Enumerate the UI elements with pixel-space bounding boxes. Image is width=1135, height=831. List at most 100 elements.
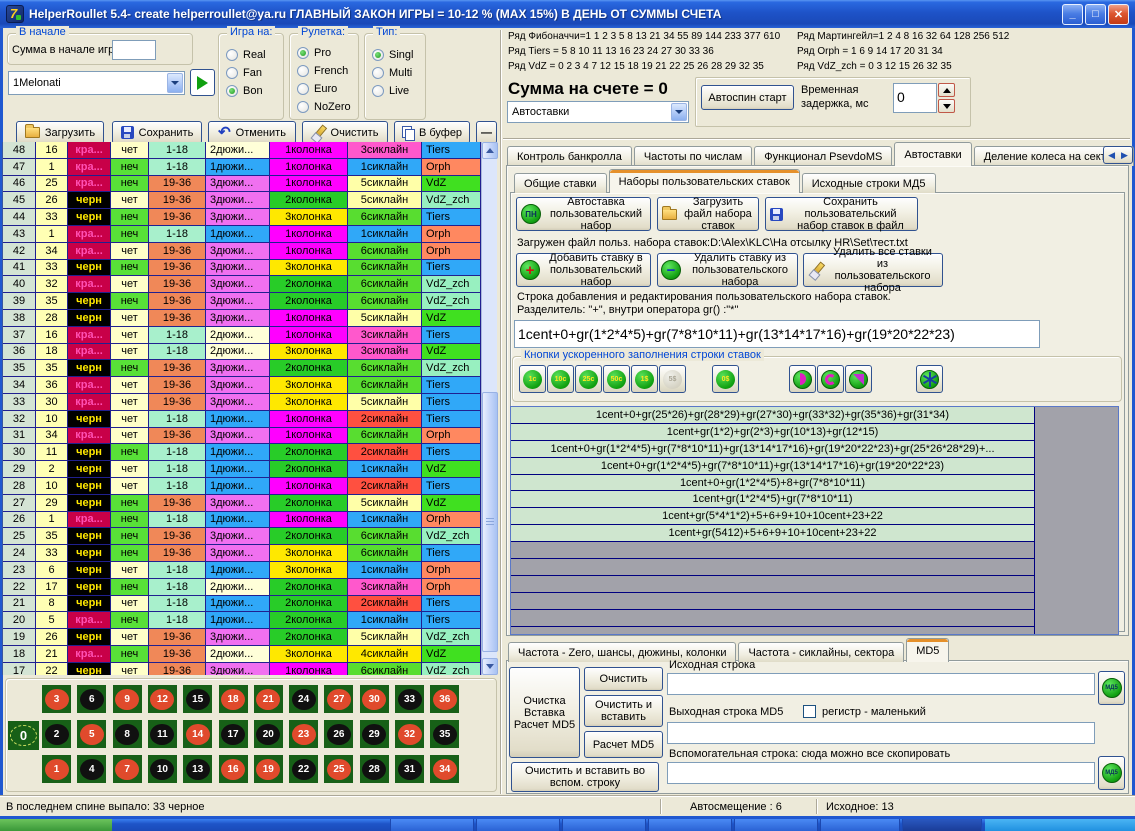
delete-all-bets-button[interactable]: Удалить все ставки из пользовательского … [803, 253, 943, 287]
board-cell-30[interactable]: 30 [360, 685, 389, 713]
board-cell-4[interactable]: 4 [77, 755, 106, 783]
autobet-combo[interactable]: Автоставки [507, 101, 689, 123]
autospin-button[interactable]: Автоспин старт [701, 85, 794, 110]
radio-game-real[interactable]: Real [226, 46, 266, 64]
table-row[interactable]: 2810чернчет1-181дюжи...1колонка2сиклайнT… [3, 478, 481, 495]
autobet-set-button[interactable]: ПН Автоставка пользовательский набор [516, 197, 651, 231]
quick-bet-button-5$[interactable]: 5$ [659, 365, 686, 393]
md5-clear-button[interactable]: Очистить [584, 667, 663, 691]
start-button[interactable] [0, 819, 112, 831]
table-row[interactable]: 236чернчет1-181дюжи...3колонка1сиклайнOr… [3, 562, 481, 579]
table-row[interactable]: 2433черннеч19-363дюжи...3колонка6сиклайн… [3, 545, 481, 562]
table-row[interactable]: 3330кра...чет19-363дюжи...3колонка5сикла… [3, 394, 481, 411]
collapse-button[interactable]: — [476, 121, 497, 144]
delay-input[interactable]: 0 [893, 83, 937, 113]
table-row[interactable]: 3618кра...чет1-182дюжи...3колонка3сиклай… [3, 344, 481, 361]
board-cell-2[interactable]: 2 [42, 720, 71, 748]
bet-list-item[interactable]: 1cent+0+gr(25*26)+gr(28*29)+gr(27*30)+gr… [511, 407, 1034, 424]
board-cell-15[interactable]: 15 [183, 685, 212, 713]
table-row[interactable]: 3935черннеч19-363дюжи...2колонка6сиклайн… [3, 293, 481, 310]
board-cell-36[interactable]: 36 [430, 685, 459, 713]
quick-bet-button-1$[interactable]: 1$ [631, 365, 658, 393]
table-row[interactable]: 292чернчет1-181дюжи...2колонка1сиклайнVd… [3, 461, 481, 478]
taskbar-item[interactable] [390, 819, 474, 831]
radio-game-bon[interactable]: Bon [226, 82, 266, 100]
radio-type-multi[interactable]: Multi [372, 64, 413, 82]
tab-sub-0[interactable]: Общие ставки [514, 173, 607, 193]
radio-type-live[interactable]: Live [372, 82, 413, 100]
table-row[interactable]: 471кра...неч1-181дюжи...1колонка1сиклайн… [3, 159, 481, 176]
table-row[interactable]: 4816кра...чет1-182дюжи...1колонка3сиклай… [3, 142, 481, 159]
quick-bet-button-star[interactable] [916, 365, 943, 393]
radio-roulette-french[interactable]: French [297, 62, 351, 80]
board-cell-18[interactable]: 18 [219, 685, 248, 713]
tab-main-1[interactable]: Частоты по числам [634, 146, 752, 166]
combo-arrow-icon[interactable] [167, 73, 183, 93]
radio-type-singl[interactable]: Singl [372, 46, 413, 64]
table-row[interactable]: 3535черннеч19-363дюжи...2колонка6сиклайн… [3, 360, 481, 377]
table-row[interactable]: 3210чернчет1-181дюжи...1колонка2сиклайнT… [3, 411, 481, 428]
md5-calc-button[interactable]: Расчет MD5 [584, 731, 663, 758]
quick-bet-button-shape-d[interactable] [789, 365, 816, 393]
table-row[interactable]: 1821кра...неч19-362дюжи...3колонка4сикла… [3, 646, 481, 663]
bet-string-input[interactable] [514, 320, 1040, 348]
minimize-button[interactable]: _ [1062, 4, 1083, 25]
table-row[interactable]: 431кра...неч1-181дюжи...1колонка1сиклайн… [3, 226, 481, 243]
board-cell-19[interactable]: 19 [254, 755, 283, 783]
md5-run-button-1[interactable]: МД5 [1098, 671, 1125, 705]
quick-bet-button-25c[interactable]: 25c [575, 365, 602, 393]
close-button[interactable]: ✕ [1108, 4, 1129, 25]
radio-game-fan[interactable]: Fan [226, 64, 266, 82]
taskbar-item-active[interactable] [902, 819, 982, 831]
board-cell-23[interactable]: 23 [289, 720, 318, 748]
quick-bet-button-shape-c[interactable] [817, 365, 844, 393]
board-cell-5[interactable]: 5 [77, 720, 106, 748]
board-cell-25[interactable]: 25 [324, 755, 353, 783]
quick-bet-button-10c[interactable]: 10c [547, 365, 574, 393]
board-cell-32[interactable]: 32 [395, 720, 424, 748]
table-row[interactable]: 4526чернчет19-363дюжи...2колонка5сиклайн… [3, 192, 481, 209]
start-sum-input[interactable] [112, 40, 156, 60]
table-row[interactable]: 261кра...неч1-181дюжи...1колонка1сиклайн… [3, 512, 481, 529]
table-row[interactable]: 3828чернчет19-363дюжи...1колонка5сиклайн… [3, 310, 481, 327]
spins-scrollbar[interactable] [481, 142, 497, 675]
taskbar-item[interactable] [476, 819, 560, 831]
table-row[interactable]: 4433черннеч19-363дюжи...3колонка6сиклайн… [3, 209, 481, 226]
buffer-button[interactable]: В буфер [394, 121, 470, 144]
bet-list-item[interactable]: 1cent+gr(5412)+5+6+9+10+10cent+23+22 [511, 525, 1034, 542]
table-row[interactable]: 4625кра...неч19-363дюжи...1колонка5сикла… [3, 176, 481, 193]
table-row[interactable]: 3011черннеч1-181дюжи...2колонка2сиклайнT… [3, 444, 481, 461]
md5-aux-input[interactable] [667, 762, 1095, 784]
board-cell-9[interactable]: 9 [113, 685, 142, 713]
board-cell-29[interactable]: 29 [360, 720, 389, 748]
board-cell-31[interactable]: 31 [395, 755, 424, 783]
board-cell-22[interactable]: 22 [289, 755, 318, 783]
bet-list-item[interactable]: 1cent+gr(1*2)+gr(2*3)+gr(10*13)+gr(12*15… [511, 424, 1034, 441]
tab-main-0[interactable]: Контроль банкролла [507, 146, 632, 166]
tab-scroll-buttons[interactable]: ◀▶ [1103, 146, 1133, 164]
scroll-thumb[interactable] [482, 392, 498, 652]
board-cell-34[interactable]: 34 [430, 755, 459, 783]
board-zero-cell[interactable]: 0 [8, 721, 39, 750]
board-cell-28[interactable]: 28 [360, 755, 389, 783]
tab-scroll-left-icon[interactable]: ◀ [1108, 150, 1115, 161]
board-cell-33[interactable]: 33 [395, 685, 424, 713]
md5-clear-paste-aux-button[interactable]: Очистить и вставить во вспом. строку [511, 762, 659, 792]
board-cell-12[interactable]: 12 [148, 685, 177, 713]
bet-list-item[interactable]: 1cent+gr(1*2*4*5)+gr(7*8*10*11) [511, 491, 1034, 508]
table-row[interactable]: 1926чернчет19-363дюжи...2колонка5сиклайн… [3, 629, 481, 646]
table-row[interactable]: 4133черннеч19-363дюжи...3колонка6сиклайн… [3, 260, 481, 277]
board-cell-1[interactable]: 1 [42, 755, 71, 783]
board-cell-6[interactable]: 6 [77, 685, 106, 713]
delay-spin-up[interactable] [938, 83, 955, 97]
load-set-button[interactable]: Загрузить файл набора ставок [657, 197, 759, 231]
quick-bet-button-1c[interactable]: 1c [519, 365, 546, 393]
quick-bet-button-shape-t[interactable] [845, 365, 872, 393]
radio-roulette-nozero[interactable]: NoZero [297, 98, 351, 116]
table-row[interactable]: 2217черннеч1-182дюжи...2колонка3сиклайнO… [3, 579, 481, 596]
board-cell-35[interactable]: 35 [430, 720, 459, 748]
table-row[interactable]: 205кра...неч1-181дюжи...2колонка1сиклайн… [3, 612, 481, 629]
profile-combo[interactable]: 1Melonati [8, 71, 185, 95]
radio-roulette-euro[interactable]: Euro [297, 80, 351, 98]
scroll-up-icon[interactable] [482, 142, 498, 159]
